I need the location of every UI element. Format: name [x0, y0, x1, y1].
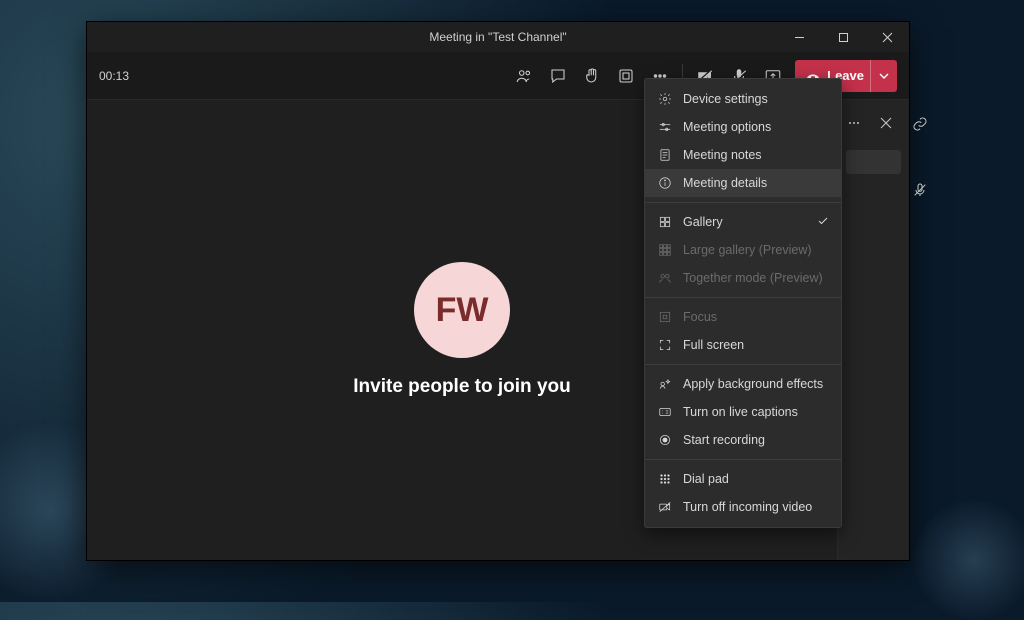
- sparkle-icon: [657, 376, 673, 392]
- notes-icon: [657, 147, 673, 163]
- window-controls: [777, 22, 909, 52]
- fullscreen-icon: [657, 337, 673, 353]
- menu-meeting-options[interactable]: Meeting options: [645, 113, 841, 141]
- gear-icon: [657, 91, 673, 107]
- menu-dial-pad[interactable]: Dial pad: [645, 465, 841, 493]
- minimize-button[interactable]: [777, 22, 821, 52]
- panel-search-input[interactable]: [846, 150, 901, 174]
- menu-separator: [645, 459, 841, 460]
- maximize-button[interactable]: [821, 22, 865, 52]
- captions-icon: [657, 404, 673, 420]
- meeting-timer: 00:13: [99, 69, 129, 83]
- menu-gallery[interactable]: Gallery: [645, 208, 841, 236]
- menu-start-recording[interactable]: Start recording: [645, 426, 841, 454]
- menu-meeting-details[interactable]: Meeting details: [645, 169, 841, 197]
- video-off-icon: [657, 499, 673, 515]
- menu-focus: Focus: [645, 303, 841, 331]
- copy-link-icon[interactable]: [912, 116, 928, 137]
- raise-hand-button[interactable]: [576, 60, 608, 92]
- focus-icon: [657, 309, 673, 325]
- menu-live-captions[interactable]: Turn on live captions: [645, 398, 841, 426]
- invite-text: Invite people to join you: [353, 376, 570, 398]
- info-icon: [657, 175, 673, 191]
- panel-close-button[interactable]: [873, 110, 899, 136]
- menu-separator: [645, 202, 841, 203]
- menu-full-screen[interactable]: Full screen: [645, 331, 841, 359]
- menu-turn-off-incoming-video[interactable]: Turn off incoming video: [645, 493, 841, 521]
- participant-mic-muted-icon[interactable]: [912, 182, 928, 203]
- window-title: Meeting in "Test Channel": [429, 30, 566, 44]
- menu-large-gallery: Large gallery (Preview): [645, 236, 841, 264]
- record-icon: [657, 432, 673, 448]
- rooms-button[interactable]: [610, 60, 642, 92]
- menu-device-settings[interactable]: Device settings: [645, 85, 841, 113]
- menu-together-mode: Together mode (Preview): [645, 264, 841, 292]
- menu-background-effects[interactable]: Apply background effects: [645, 370, 841, 398]
- check-icon: [817, 215, 829, 230]
- close-button[interactable]: [865, 22, 909, 52]
- participant-avatar: FW: [414, 262, 510, 358]
- avatar-initials: FW: [436, 291, 489, 330]
- menu-separator: [645, 297, 841, 298]
- menu-separator: [645, 364, 841, 365]
- chat-button[interactable]: [542, 60, 574, 92]
- grid-icon: [657, 214, 673, 230]
- panel-more-button[interactable]: [841, 110, 867, 136]
- leave-options-chevron[interactable]: [870, 60, 889, 92]
- large-grid-icon: [657, 242, 673, 258]
- sliders-icon: [657, 119, 673, 135]
- more-actions-menu: Device settings Meeting options Meeting …: [644, 78, 842, 528]
- participants-button[interactable]: [508, 60, 540, 92]
- side-panel: [837, 100, 909, 560]
- together-icon: [657, 270, 673, 286]
- titlebar: Meeting in "Test Channel": [87, 22, 909, 52]
- menu-meeting-notes[interactable]: Meeting notes: [645, 141, 841, 169]
- dialpad-icon: [657, 471, 673, 487]
